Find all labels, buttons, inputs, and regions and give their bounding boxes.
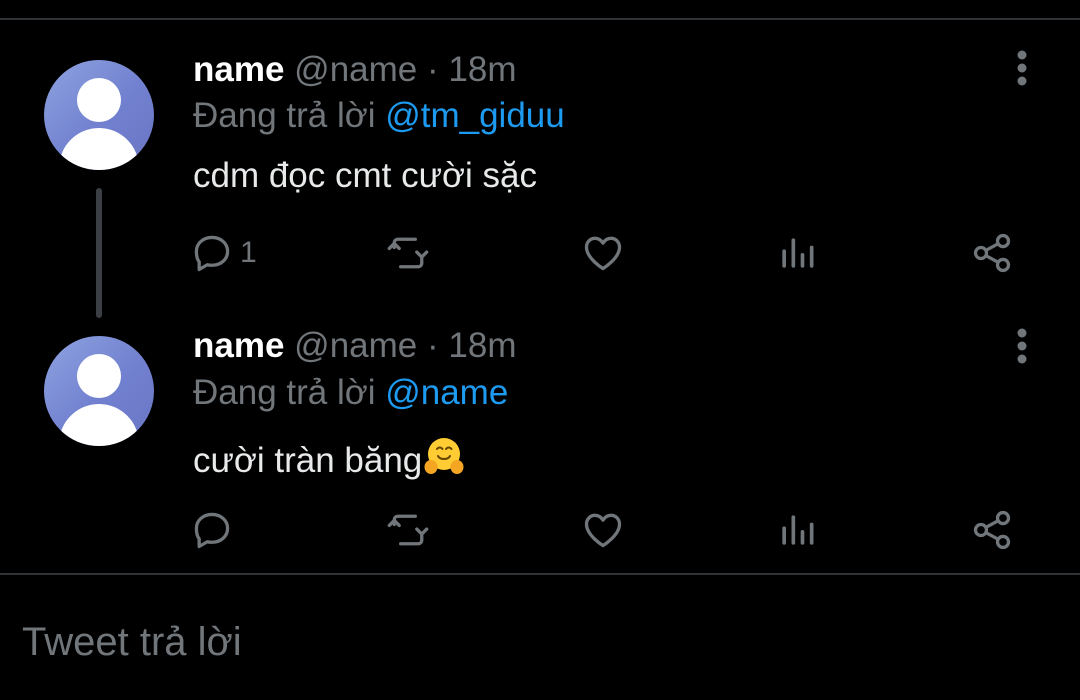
share-icon — [973, 233, 1011, 273]
tweet-actions: 1 — [190, 231, 1020, 275]
share-button[interactable] — [970, 231, 1014, 275]
compose-divider — [0, 573, 1080, 575]
meta-separator: · — [427, 326, 439, 365]
tweet-text: cdm đọc cmt cười sặc — [193, 156, 537, 195]
handle[interactable]: @name — [294, 50, 417, 89]
tweet-actions — [190, 508, 1020, 552]
avatar-body — [59, 128, 139, 170]
reply-button[interactable] — [190, 508, 240, 552]
hugging-face-emoji-icon — [424, 438, 464, 474]
avatar[interactable] — [44, 60, 154, 170]
heart-icon — [584, 236, 622, 271]
display-name[interactable]: name — [193, 50, 284, 89]
analytics-button[interactable] — [775, 231, 819, 275]
reply-mention-link[interactable]: @tm_giduu — [385, 96, 565, 135]
like-button[interactable] — [581, 231, 625, 275]
retweet-button[interactable] — [386, 508, 430, 552]
tweet-text-content: cười tràn băng — [193, 441, 423, 480]
analytics-button[interactable] — [775, 508, 819, 552]
reply-prefix: Đang trả lời — [193, 96, 376, 135]
more-options-icon[interactable] — [1008, 48, 1036, 88]
tweet-text: cười tràn băng — [193, 434, 466, 481]
thread-connector-line — [96, 188, 102, 318]
share-button[interactable] — [970, 508, 1014, 552]
share-icon — [973, 510, 1011, 550]
handle[interactable]: @name — [294, 326, 417, 365]
reply-compose-input[interactable]: Tweet trả lời — [22, 620, 242, 665]
reply-context: Đang trả lời @name — [193, 373, 508, 413]
tweet-meta: name @name · 18m — [193, 50, 516, 90]
avatar-head — [77, 78, 121, 122]
reply-context: Đang trả lời @tm_giduu — [193, 96, 565, 136]
reply-button[interactable]: 1 — [190, 231, 257, 275]
reply-prefix: Đang trả lời — [193, 373, 376, 412]
heart-icon — [584, 513, 622, 548]
timestamp[interactable]: 18m — [448, 50, 516, 89]
tweet-meta: name @name · 18m — [193, 326, 516, 366]
analytics-icon — [782, 515, 814, 545]
reply-icon — [194, 235, 230, 272]
retweet-button[interactable] — [386, 231, 430, 275]
retweet-icon — [387, 237, 429, 269]
avatar-head — [77, 354, 121, 398]
retweet-icon — [387, 514, 429, 546]
meta-separator: · — [427, 50, 439, 89]
reply-count: 1 — [240, 236, 257, 269]
tweet[interactable]: name @name · 18m Đang trả lời @tm_giduu … — [0, 0, 1080, 300]
reply-icon — [194, 512, 230, 549]
like-button[interactable] — [581, 508, 625, 552]
display-name[interactable]: name — [193, 326, 284, 365]
reply-mention-link[interactable]: @name — [385, 373, 508, 412]
avatar-body — [59, 404, 139, 446]
timestamp[interactable]: 18m — [448, 326, 516, 365]
more-options-icon[interactable] — [1008, 326, 1036, 366]
tweet[interactable]: name @name · 18m Đang trả lời @name cười… — [0, 300, 1080, 573]
analytics-icon — [782, 238, 814, 268]
avatar[interactable] — [44, 336, 154, 446]
